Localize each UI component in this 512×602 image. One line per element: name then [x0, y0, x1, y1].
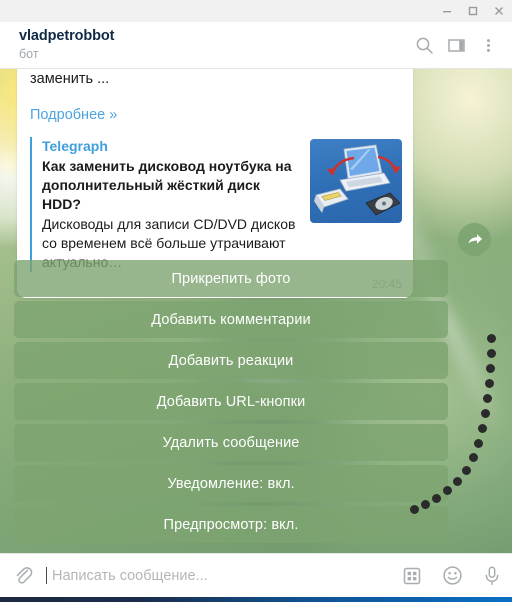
chat-body: заменить ... Подробнее » Telegraph Как з…: [0, 69, 512, 553]
search-icon[interactable]: [408, 27, 440, 63]
split-panel-icon[interactable]: [440, 27, 472, 63]
link-preview-texts: Telegraph Как заменить дисковод ноутбука…: [42, 137, 310, 272]
chat-title: vladpetrobbot: [19, 28, 115, 44]
link-preview[interactable]: Telegraph Как заменить дисковод ноутбука…: [30, 137, 402, 272]
more-vertical-icon[interactable]: [472, 27, 504, 63]
message-input[interactable]: Написать сообщение...: [46, 554, 392, 598]
bot-keyboard-button[interactable]: Прикрепить фото: [14, 260, 448, 297]
text-caret: [46, 567, 47, 584]
bot-keyboard-button[interactable]: Добавить URL-кнопки: [14, 383, 448, 420]
message-input-placeholder: Написать сообщение...: [52, 567, 208, 584]
chat-header-info[interactable]: vladpetrobbot бот: [19, 28, 408, 62]
forward-icon[interactable]: [458, 223, 491, 256]
message-text: заменить ...: [30, 71, 110, 87]
paperclip-icon[interactable]: [0, 554, 46, 598]
message-composer: Написать сообщение...: [0, 553, 512, 597]
window-titlebar: [0, 0, 512, 22]
close-button[interactable]: [486, 0, 512, 22]
bot-keyboard-button[interactable]: Добавить комментарии: [14, 301, 448, 338]
telegram-window: vladpetrobbot бот заменить ... Подробнее…: [0, 0, 512, 602]
taskbar-strip: [0, 597, 512, 602]
bot-keyboard-button[interactable]: Добавить реакции: [14, 342, 448, 379]
chat-header-actions: [408, 27, 512, 63]
bot-keyboard-button[interactable]: Удалить сообщение: [14, 424, 448, 461]
link-preview-site[interactable]: Telegraph: [42, 137, 302, 156]
more-link[interactable]: Подробнее »: [30, 105, 117, 125]
chat-header[interactable]: vladpetrobbot бот: [0, 22, 512, 69]
link-preview-title: Как заменить дисковод ноутбука на дополн…: [42, 158, 292, 212]
maximize-button[interactable]: [460, 0, 486, 22]
bot-keyboard-icon[interactable]: [392, 554, 432, 598]
bot-keyboard: Прикрепить фото Добавить комментарии Доб…: [14, 260, 448, 543]
smile-icon[interactable]: [432, 554, 472, 598]
microphone-icon[interactable]: [472, 554, 512, 598]
chat-status: бот: [19, 47, 39, 61]
minimize-button[interactable]: [434, 0, 460, 22]
bot-keyboard-button[interactable]: Уведомление: вкл.: [14, 465, 448, 502]
link-preview-thumbnail[interactable]: [310, 139, 402, 223]
bot-keyboard-button[interactable]: Предпросмотр: вкл.: [14, 506, 448, 543]
